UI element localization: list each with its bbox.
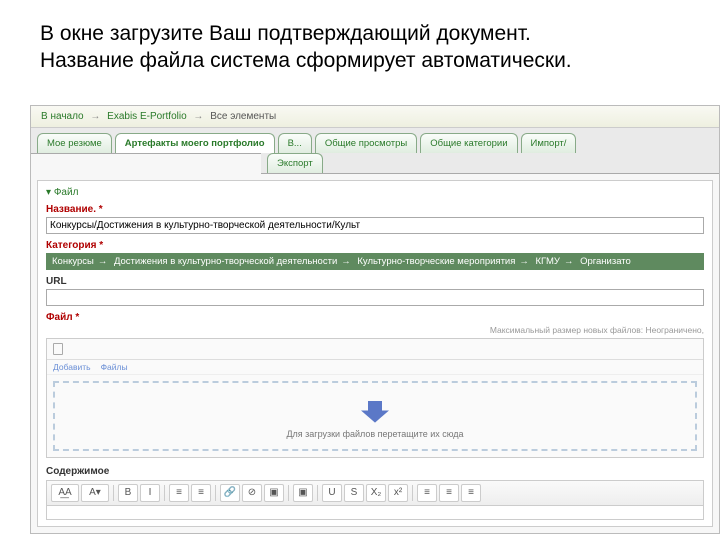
- breadcrumb-arrow: →: [193, 111, 203, 122]
- tab-shared-cats[interactable]: Общие категории: [420, 133, 517, 153]
- cat-p4: КГМУ: [536, 256, 560, 267]
- editor-bold-btn[interactable]: B: [118, 484, 138, 502]
- cat-p3: Культурно-творческие мероприятия: [357, 256, 515, 267]
- editor-alignl-btn[interactable]: ≡: [417, 484, 437, 502]
- category-path[interactable]: Конкурсы→ Достижения в культурно-творчес…: [46, 253, 704, 270]
- name-input[interactable]: [46, 217, 704, 234]
- editor-img-btn[interactable]: ▣: [264, 484, 284, 502]
- editor-alignr-btn[interactable]: ≡: [461, 484, 481, 502]
- editor-italic-btn[interactable]: I: [140, 484, 160, 502]
- file-picker-toolbar: [47, 339, 703, 360]
- editor-media-btn[interactable]: ▣: [293, 484, 313, 502]
- label-name: Название.: [46, 204, 704, 215]
- tabs-row2: Экспорт: [261, 153, 719, 174]
- cat-p1: Конкурсы: [52, 256, 94, 267]
- editor-link-btn[interactable]: 🔗: [220, 484, 240, 502]
- tabs-row: Мое резюме Артефакты моего портфолио В..…: [31, 128, 719, 154]
- editor-strike-btn[interactable]: S: [344, 484, 364, 502]
- editor-alignc-btn[interactable]: ≡: [439, 484, 459, 502]
- label-content: Содержимое: [46, 466, 704, 477]
- editor-ul-btn[interactable]: ≡: [169, 484, 189, 502]
- mini-add[interactable]: Добавить: [53, 362, 91, 372]
- editor-sep: [412, 485, 413, 501]
- editor-sup-btn[interactable]: x²: [388, 484, 408, 502]
- editor-under-btn[interactable]: U: [322, 484, 342, 502]
- label-file: Файл: [46, 312, 704, 323]
- tab-import[interactable]: Импорт/: [521, 133, 577, 153]
- caption-line2: Название файла система сформирует автома…: [40, 47, 680, 74]
- tab-shared-views[interactable]: Общие просмотры: [315, 133, 417, 153]
- editor-sep: [113, 485, 114, 501]
- label-url: URL: [46, 276, 704, 287]
- caption-line1: В окне загрузите Ваш подтверждающий доку…: [40, 20, 680, 47]
- tab-resume[interactable]: Мое резюме: [37, 133, 112, 153]
- editor-toolbar: A͟A A▾ B I ≡ ≡ 🔗 ⊘ ▣ ▣ U S X₂ x² ≡ ≡ ≡: [46, 480, 704, 506]
- editor-sep: [288, 485, 289, 501]
- editor-para-btn[interactable]: A͟A: [51, 484, 79, 502]
- breadcrumb: В начало → Exabis E-Portfolio → Все элем…: [31, 106, 719, 128]
- tab-partial[interactable]: В...: [278, 133, 312, 153]
- cat-p2: Достижения в культурно-творческой деятел…: [114, 256, 337, 267]
- url-input[interactable]: [46, 289, 704, 306]
- editor-font-btn[interactable]: A▾: [81, 484, 109, 502]
- tab-export[interactable]: Экспорт: [267, 153, 323, 173]
- form-area: Файл Название. Категория Конкурсы→ Дости…: [37, 180, 713, 527]
- tab-artifacts[interactable]: Артефакты моего портфолио: [115, 133, 275, 153]
- cat-p5: Организато: [580, 256, 631, 267]
- breadcrumb-mid[interactable]: Exabis E-Portfolio: [107, 111, 186, 122]
- file-dropzone[interactable]: Для загрузки файлов перетащите их сюда: [53, 381, 697, 451]
- breadcrumb-home[interactable]: В начало: [41, 111, 84, 122]
- editor-sep: [215, 485, 216, 501]
- file-mini-toolbar: Добавить Файлы: [47, 360, 703, 375]
- breadcrumb-arrow: →: [90, 111, 100, 122]
- editor-body[interactable]: [46, 506, 704, 520]
- editor-ol-btn[interactable]: ≡: [191, 484, 211, 502]
- section-file-toggle[interactable]: Файл: [46, 187, 704, 198]
- dropzone-text: Для загрузки файлов перетащите их сюда: [55, 429, 695, 439]
- label-category: Категория: [46, 240, 704, 251]
- download-arrow-icon: [361, 401, 389, 423]
- editor-unlink-btn[interactable]: ⊘: [242, 484, 262, 502]
- mini-files[interactable]: Файлы: [101, 362, 128, 372]
- file-picker: Добавить Файлы Для загрузки файлов перет…: [46, 338, 704, 458]
- maxsize-hint: Максимальный размер новых файлов: Неогра…: [46, 325, 704, 335]
- app-window: В начало → Exabis E-Portfolio → Все элем…: [30, 105, 720, 534]
- editor-sep: [317, 485, 318, 501]
- breadcrumb-last: Все элементы: [210, 111, 276, 122]
- editor-sub-btn[interactable]: X₂: [366, 484, 386, 502]
- editor-sep: [164, 485, 165, 501]
- file-icon[interactable]: [53, 343, 63, 355]
